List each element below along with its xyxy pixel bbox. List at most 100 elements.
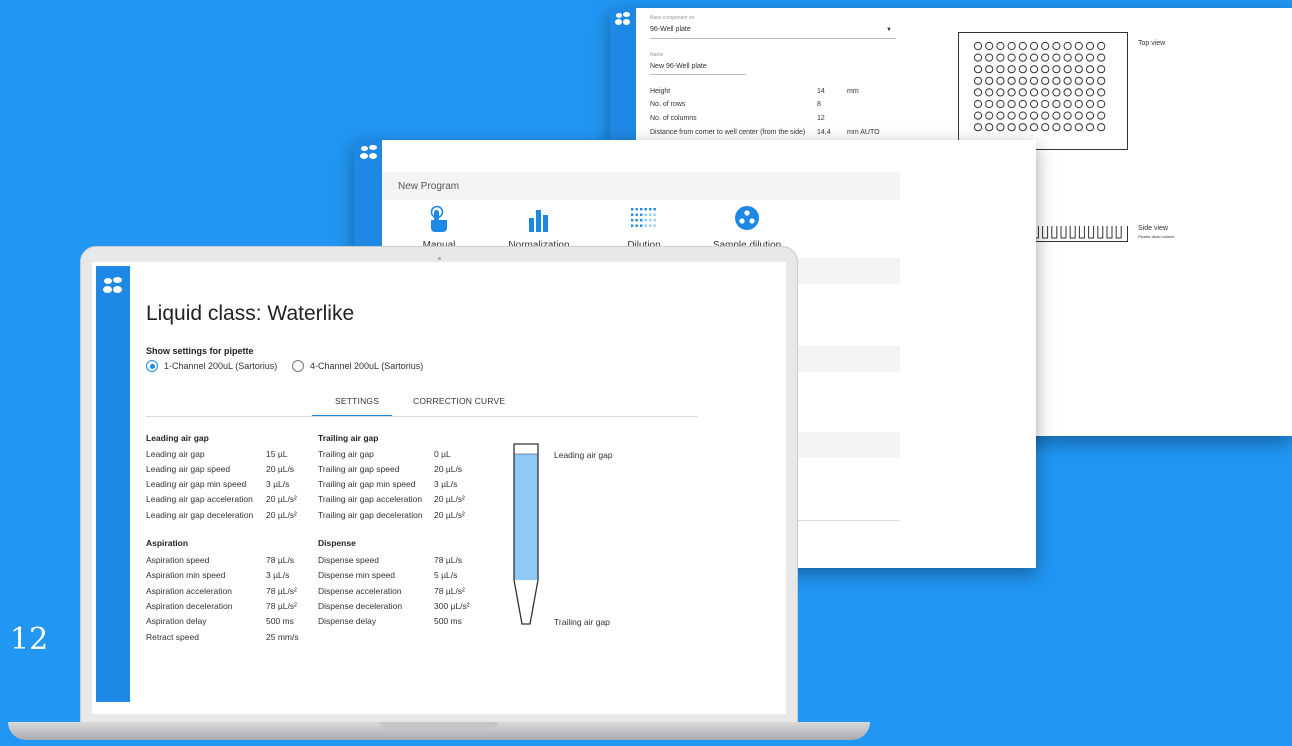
well [1063,53,1072,62]
liquid-class-page: Liquid class: Waterlike Show settings fo… [130,266,780,702]
setting-value: 3 µL/s [434,479,458,489]
well [973,111,983,120]
setting-key: Aspiration min speed [146,570,226,580]
side-view-label: Side view [1138,225,1168,232]
well [996,41,1005,51]
well [973,65,983,74]
well [973,123,983,132]
setting-value: 3 µL/s [266,479,290,489]
name-underline [650,74,746,75]
program-manual-button[interactable]: Manual [394,204,484,251]
well [1097,99,1106,109]
top-view-label: Top view [1138,40,1166,47]
well [1029,111,1039,120]
setting-value: 15 µL [266,449,288,459]
pipette-radio-label[interactable]: 4-Channel 200uL (Sartorius) [310,361,423,371]
tab-settings[interactable]: SETTINGS [335,396,379,406]
side-well [1097,226,1104,239]
program-dilution-button[interactable]: Dilution [599,204,689,251]
well [1029,65,1039,74]
program-sample-dilution-button[interactable]: Sample dilution [702,204,792,251]
well [1052,88,1061,97]
well [1085,41,1095,51]
well [1097,123,1106,132]
trailing-air-gap-label: Trailing air gap [554,617,610,627]
grid-dot [649,219,652,222]
well [985,88,994,97]
setting-key: Leading air gap acceleration [146,494,253,504]
well [1007,99,1016,109]
columns-field[interactable]: 12 [817,115,825,122]
well [996,53,1005,62]
well [1063,41,1072,51]
setting-key: Aspiration delay [146,616,207,626]
well [1063,76,1072,85]
well [1074,88,1083,97]
program-normalization-button[interactable]: Normalization [494,204,584,251]
rows-field[interactable]: 8 [817,101,821,108]
property-unit: mm AUTO [847,129,880,136]
program-title[interactable]: New Program [398,181,459,192]
setting-value: 20 µL/s² [266,494,297,504]
base-component-select[interactable]: 96-Well plate [650,26,691,33]
pipette-radio-4ch[interactable] [292,360,304,372]
tab-correction-curve[interactable]: CORRECTION CURVE [413,396,505,406]
well [1063,88,1072,97]
well [1052,65,1061,74]
grid-dot [631,219,634,222]
setting-value: 78 µL/s² [434,586,465,596]
well [1085,65,1095,74]
tabs-divider [146,416,698,417]
program-title-bar: New Program [382,172,900,200]
well [996,123,1005,132]
well [1041,41,1050,51]
setting-value: 20 µL/s² [434,494,465,504]
well [1074,111,1083,120]
property-key: Height [650,88,671,95]
name-field[interactable]: New 96-Well plate [650,63,707,70]
grid-dot [640,219,643,222]
well [1085,88,1095,97]
touch-icon [430,205,447,232]
grid-dot [649,224,652,227]
setting-value: 5 µL/s [434,570,458,580]
well [1029,76,1039,85]
well [1041,76,1050,85]
setting-key: Trailing air gap min speed [318,479,416,489]
setting-value: 20 µL/s [434,464,463,474]
side-well [1051,226,1058,239]
laptop-notch [380,722,498,730]
base-component-label: Base component on [650,15,695,21]
well [1097,88,1106,97]
pipette-radio-label[interactable]: 1-Channel 200uL (Sartorius) [164,361,277,371]
well [1052,123,1061,132]
page-number: 12 [10,622,49,657]
height-field[interactable]: 14 [817,88,825,95]
property-key: No. of columns [650,115,697,122]
well [985,41,994,51]
side-well [1069,226,1076,239]
grid-dot [631,224,634,227]
circle-dots-icon [735,206,759,230]
well [1085,123,1095,132]
property-key: Distance from corner to well center (fro… [650,129,806,136]
distance-field[interactable]: 14,4 [817,129,831,136]
chevron-down-icon[interactable]: ▼ [886,27,892,33]
well [1029,88,1039,97]
side-well [1106,226,1113,239]
well [985,99,994,109]
camera-dot [438,257,441,260]
pipette-radio-1ch[interactable] [146,360,158,372]
setting-key: Dispense speed [318,555,379,565]
setting-value: 78 µL/s² [266,586,297,596]
well [1063,99,1072,109]
setting-value: 20 µL/s² [266,510,297,520]
well [996,65,1005,74]
well [1007,41,1016,51]
sidebar [96,266,130,702]
well [1007,88,1016,97]
property-row: Distance from corner to well center (fro… [650,129,910,140]
setting-key: Trailing air gap deceleration [318,510,423,520]
setting-key: Dispense deceleration [318,601,403,611]
grid-dot [653,224,656,227]
